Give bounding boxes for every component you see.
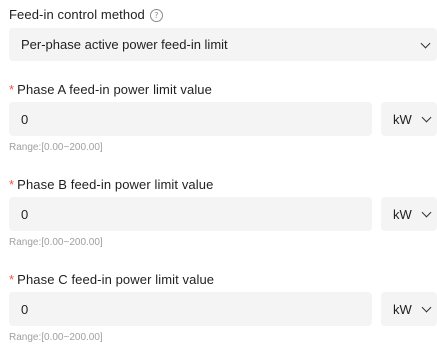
question-circle-icon[interactable]: ? — [149, 9, 163, 22]
chevron-down-icon — [421, 207, 432, 218]
chevron-down-icon — [421, 302, 432, 313]
phase-c-label-text: Phase C feed-in power limit value — [17, 272, 215, 287]
feed-in-settings-form: Feed-in control method? Per-phase active… — [0, 0, 437, 345]
phase-a-range: Range:[0.00~200.00] — [9, 142, 103, 153]
required-marker: * — [9, 82, 15, 97]
chevron-down-icon — [421, 112, 432, 123]
phase-a-power-input[interactable]: 0 — [9, 102, 372, 136]
phase-b-value: 0 — [21, 207, 29, 222]
feed-in-method-label-text: Feed-in control method — [9, 7, 145, 22]
phase-c-range: Range:[0.00~200.00] — [9, 332, 103, 343]
phase-b-power-input[interactable]: 0 — [9, 197, 372, 231]
phase-b-unit-select[interactable]: kW — [381, 197, 437, 231]
phase-b-range: Range:[0.00~200.00] — [9, 237, 103, 248]
feed-in-method-value: Per-phase active power feed-in limit — [21, 37, 228, 52]
phase-a-unit: kW — [393, 112, 412, 127]
feed-in-method-label: Feed-in control method? — [9, 7, 163, 22]
phase-a-value: 0 — [21, 112, 29, 127]
phase-b-unit: kW — [393, 207, 412, 222]
phase-c-power-input[interactable]: 0 — [9, 292, 372, 326]
phase-b-label-text: Phase B feed-in power limit value — [17, 177, 214, 192]
required-marker: * — [9, 177, 15, 192]
phase-c-unit-select[interactable]: kW — [381, 292, 437, 326]
phase-b-label: * Phase B feed-in power limit value — [9, 177, 213, 192]
phase-c-label: * Phase C feed-in power limit value — [9, 272, 214, 287]
phase-c-value: 0 — [21, 302, 29, 317]
phase-a-label: * Phase A feed-in power limit value — [9, 82, 212, 97]
phase-a-label-text: Phase A feed-in power limit value — [17, 82, 212, 97]
phase-a-unit-select[interactable]: kW — [381, 102, 437, 136]
chevron-down-icon — [420, 38, 431, 49]
feed-in-method-select[interactable]: Per-phase active power feed-in limit — [9, 28, 437, 61]
phase-c-unit: kW — [393, 302, 412, 317]
required-marker: * — [9, 272, 15, 287]
